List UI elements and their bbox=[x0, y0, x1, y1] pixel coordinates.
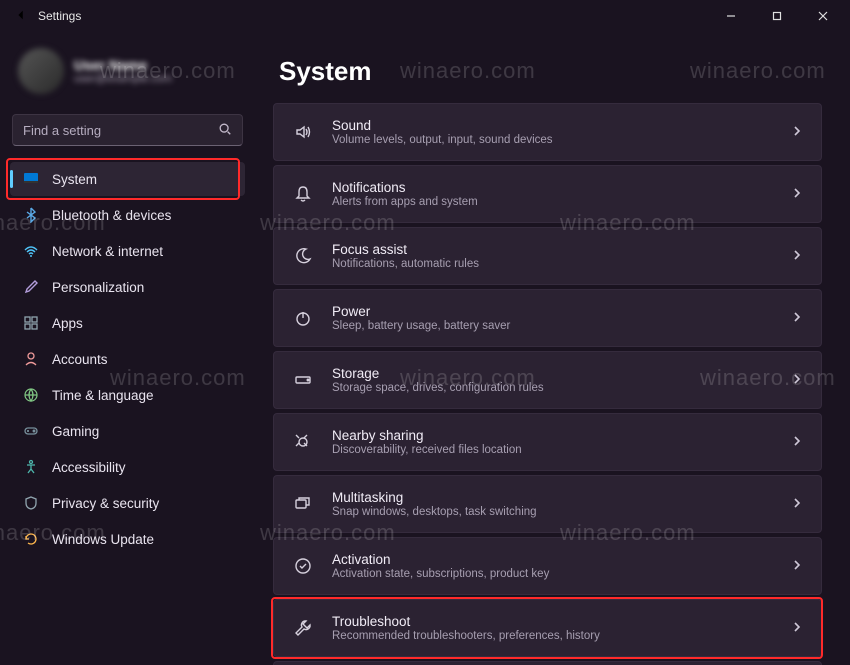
windows-stack-icon bbox=[292, 493, 314, 515]
check-circle-icon bbox=[292, 555, 314, 577]
row-multitasking[interactable]: MultitaskingSnap windows, desktops, task… bbox=[273, 475, 822, 533]
sidebar-item-apps[interactable]: Apps bbox=[10, 306, 245, 340]
wrench-icon bbox=[292, 617, 314, 639]
row-storage[interactable]: StorageStorage space, drives, configurat… bbox=[273, 351, 822, 409]
chevron-right-icon bbox=[791, 497, 803, 512]
search-box[interactable] bbox=[12, 114, 243, 146]
share-icon bbox=[292, 431, 314, 453]
row-sound[interactable]: SoundVolume levels, output, input, sound… bbox=[273, 103, 822, 161]
row-desc: Discoverability, received files location bbox=[332, 444, 522, 456]
row-focus-assist[interactable]: Focus assistNotifications, automatic rul… bbox=[273, 227, 822, 285]
sidebar-item-label: System bbox=[52, 172, 97, 187]
power-icon bbox=[292, 307, 314, 329]
moon-icon bbox=[292, 245, 314, 267]
sidebar-item-label: Privacy & security bbox=[52, 496, 159, 511]
chevron-right-icon bbox=[791, 311, 803, 326]
accessibility-icon bbox=[22, 458, 40, 476]
drive-icon bbox=[292, 369, 314, 391]
gamepad-icon bbox=[22, 422, 40, 440]
bluetooth-icon bbox=[22, 206, 40, 224]
sidebar-item-label: Accounts bbox=[52, 352, 108, 367]
row-troubleshoot[interactable]: TroubleshootRecommended troubleshooters,… bbox=[273, 599, 822, 657]
chevron-right-icon bbox=[791, 621, 803, 636]
sidebar-item-label: Network & internet bbox=[52, 244, 163, 259]
sidebar-item-accounts[interactable]: Accounts bbox=[10, 342, 245, 376]
sidebar-item-label: Windows Update bbox=[52, 532, 154, 547]
brush-icon bbox=[22, 278, 40, 296]
sidebar-item-system[interactable]: System bbox=[10, 162, 245, 196]
row-activation[interactable]: ActivationActivation state, subscription… bbox=[273, 537, 822, 595]
sidebar: User Name user@example.com System Blueto… bbox=[0, 32, 255, 665]
maximize-button[interactable] bbox=[754, 0, 800, 32]
back-button[interactable] bbox=[14, 8, 28, 25]
bell-icon bbox=[292, 183, 314, 205]
update-icon bbox=[22, 530, 40, 548]
close-button[interactable] bbox=[800, 0, 846, 32]
sidebar-item-label: Bluetooth & devices bbox=[52, 208, 171, 223]
chevron-right-icon bbox=[791, 435, 803, 450]
row-title: Activation bbox=[332, 552, 549, 567]
row-desc: Recommended troubleshooters, preferences… bbox=[332, 630, 600, 642]
shield-icon bbox=[22, 494, 40, 512]
row-nearby-sharing[interactable]: Nearby sharingDiscoverability, received … bbox=[273, 413, 822, 471]
sidebar-item-time-language[interactable]: Time & language bbox=[10, 378, 245, 412]
chevron-right-icon bbox=[791, 373, 803, 388]
row-title: Multitasking bbox=[332, 490, 537, 505]
profile-name: User Name bbox=[74, 57, 172, 73]
row-desc: Activation state, subscriptions, product… bbox=[332, 568, 549, 580]
row-recovery[interactable]: RecoveryReset, advanced startup, go back bbox=[273, 661, 822, 665]
main-panel: System SoundVolume levels, output, input… bbox=[255, 32, 850, 665]
sidebar-item-windows-update[interactable]: Windows Update bbox=[10, 522, 245, 556]
sidebar-item-label: Accessibility bbox=[52, 460, 126, 475]
sidebar-nav: System Bluetooth & devices Network & int… bbox=[10, 162, 245, 556]
window-title: Settings bbox=[38, 9, 81, 23]
chevron-right-icon bbox=[791, 187, 803, 202]
page-title: System bbox=[279, 56, 822, 87]
row-title: Focus assist bbox=[332, 242, 479, 257]
wifi-icon bbox=[22, 242, 40, 260]
row-title: Sound bbox=[332, 118, 553, 133]
sidebar-item-bluetooth[interactable]: Bluetooth & devices bbox=[10, 198, 245, 232]
row-title: Nearby sharing bbox=[332, 428, 522, 443]
search-input[interactable] bbox=[23, 123, 218, 138]
sidebar-item-label: Time & language bbox=[52, 388, 154, 403]
sidebar-item-personalization[interactable]: Personalization bbox=[10, 270, 245, 304]
sidebar-item-network[interactable]: Network & internet bbox=[10, 234, 245, 268]
row-desc: Sleep, battery usage, battery saver bbox=[332, 320, 510, 332]
sidebar-item-privacy[interactable]: Privacy & security bbox=[10, 486, 245, 520]
chevron-right-icon bbox=[791, 249, 803, 264]
chevron-right-icon bbox=[791, 125, 803, 140]
profile-email: user@example.com bbox=[74, 73, 172, 85]
row-desc: Volume levels, output, input, sound devi… bbox=[332, 134, 553, 146]
row-power[interactable]: PowerSleep, battery usage, battery saver bbox=[273, 289, 822, 347]
row-desc: Notifications, automatic rules bbox=[332, 258, 479, 270]
row-title: Notifications bbox=[332, 180, 478, 195]
chevron-right-icon bbox=[791, 559, 803, 574]
row-title: Power bbox=[332, 304, 510, 319]
grid-icon bbox=[22, 314, 40, 332]
row-desc: Storage space, drives, configuration rul… bbox=[332, 382, 544, 394]
display-icon bbox=[22, 170, 40, 188]
sidebar-item-accessibility[interactable]: Accessibility bbox=[10, 450, 245, 484]
row-desc: Alerts from apps and system bbox=[332, 196, 478, 208]
row-title: Storage bbox=[332, 366, 544, 381]
window-titlebar: Settings bbox=[0, 0, 850, 32]
profile-card[interactable]: User Name user@example.com bbox=[10, 42, 245, 100]
row-notifications[interactable]: NotificationsAlerts from apps and system bbox=[273, 165, 822, 223]
search-icon bbox=[218, 122, 232, 139]
minimize-button[interactable] bbox=[708, 0, 754, 32]
row-desc: Snap windows, desktops, task switching bbox=[332, 506, 537, 518]
sidebar-item-gaming[interactable]: Gaming bbox=[10, 414, 245, 448]
sound-icon bbox=[292, 121, 314, 143]
settings-list: SoundVolume levels, output, input, sound… bbox=[273, 103, 822, 665]
sidebar-item-label: Apps bbox=[52, 316, 83, 331]
avatar bbox=[18, 48, 64, 94]
row-title: Troubleshoot bbox=[332, 614, 600, 629]
person-icon bbox=[22, 350, 40, 368]
globe-icon bbox=[22, 386, 40, 404]
sidebar-item-label: Gaming bbox=[52, 424, 99, 439]
sidebar-item-label: Personalization bbox=[52, 280, 144, 295]
